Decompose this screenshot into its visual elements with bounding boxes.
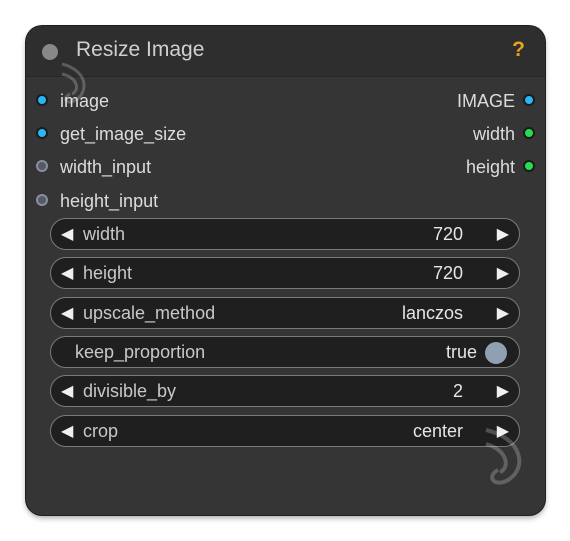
widget-value: true — [445, 342, 477, 362]
input-connector-icon[interactable] — [36, 194, 48, 206]
widget-value[interactable]: 2 — [453, 381, 463, 402]
node-title: Resize Image — [76, 38, 205, 61]
output-label-width: width — [472, 124, 515, 145]
next-option-arrow-icon[interactable]: ▶ — [497, 303, 509, 323]
widget-value[interactable]: lanczos — [402, 303, 463, 324]
widget-value[interactable]: center — [413, 421, 463, 442]
widget-label: upscale_method — [83, 303, 216, 323]
previous-option-arrow-icon[interactable]: ◀ — [61, 421, 73, 441]
input-label-get-image-size: get_image_size — [60, 124, 187, 145]
input-label-height-input: height_input — [60, 191, 159, 212]
watermark-swirl-icon — [485, 428, 522, 485]
output-connector-icon[interactable] — [523, 160, 535, 172]
help-icon[interactable]: ? — [512, 38, 525, 62]
output-label-height: height — [465, 157, 515, 178]
crop-widget[interactable]: ◀ crop center ▶ — [50, 415, 520, 447]
output-connector-icon[interactable] — [523, 94, 535, 106]
height-widget[interactable]: ◀ height 720 ▶ — [50, 257, 520, 289]
upscale-method-widget[interactable]: ◀ upscale_method lanczos ▶ — [50, 297, 520, 329]
output-slot-image[interactable]: IMAGE — [457, 89, 535, 111]
output-label-image: IMAGE — [456, 91, 515, 112]
widget-label: crop — [83, 421, 119, 441]
widget-value[interactable]: 720 — [433, 224, 463, 245]
decrement-arrow-icon[interactable]: ◀ — [61, 381, 73, 401]
widget-label: width — [83, 224, 126, 244]
divisible-by-widget[interactable]: ◀ divisible_by 2 ▶ — [50, 375, 520, 407]
resize-image-node[interactable]: Resize Image ? image get_image_size widt… — [26, 26, 545, 515]
collapse-dot-icon[interactable] — [42, 44, 58, 60]
increment-arrow-icon[interactable]: ▶ — [497, 263, 509, 283]
decrement-arrow-icon[interactable]: ◀ — [61, 224, 73, 244]
widget-label: height — [83, 263, 133, 283]
increment-arrow-icon[interactable]: ▶ — [497, 381, 509, 401]
output-connector-icon[interactable] — [523, 127, 535, 139]
output-slot-height[interactable]: height — [466, 155, 535, 177]
input-label-width-input: width_input — [60, 157, 152, 178]
toggle-knob-icon[interactable] — [485, 342, 507, 364]
widget-label: keep_proportion — [75, 342, 206, 362]
increment-arrow-icon[interactable]: ▶ — [497, 224, 509, 244]
input-connector-icon[interactable] — [36, 94, 48, 106]
decrement-arrow-icon[interactable]: ◀ — [61, 263, 73, 283]
input-slot-get-image-size[interactable]: get_image_size — [36, 122, 186, 144]
widget-label: divisible_by — [83, 381, 177, 401]
input-slot-height-input[interactable]: height_input — [36, 189, 158, 211]
watermark-swirl-icon — [61, 62, 86, 104]
output-slot-width[interactable]: width — [473, 122, 535, 144]
input-slot-width-input[interactable]: width_input — [36, 155, 151, 177]
node-title-bar[interactable]: Resize Image ? — [26, 26, 545, 77]
keep-proportion-toggle[interactable]: keep_proportion true — [50, 336, 520, 368]
widget-value[interactable]: 720 — [433, 263, 463, 284]
width-widget[interactable]: ◀ width 720 ▶ — [50, 218, 520, 250]
previous-option-arrow-icon[interactable]: ◀ — [61, 303, 73, 323]
input-connector-icon[interactable] — [36, 127, 48, 139]
input-connector-icon[interactable] — [36, 160, 48, 172]
